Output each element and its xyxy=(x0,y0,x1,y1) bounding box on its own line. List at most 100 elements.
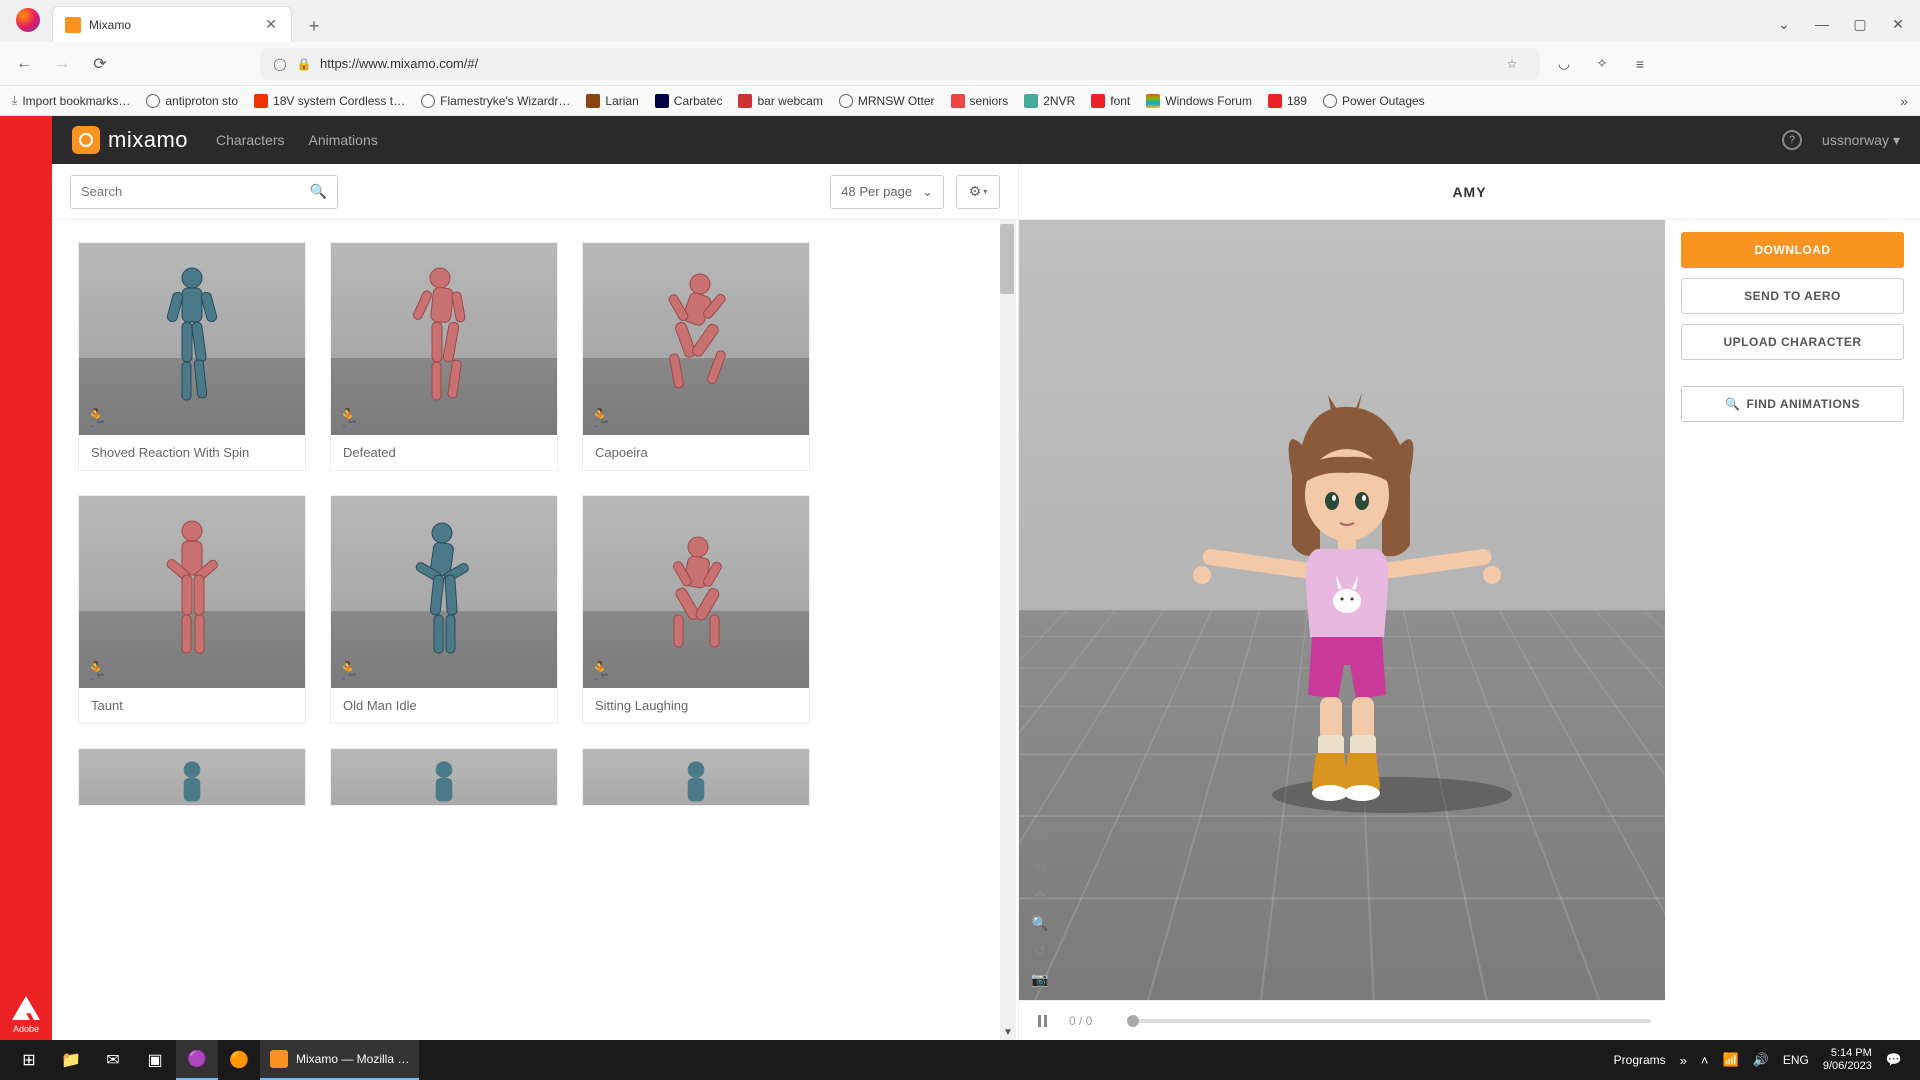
bookmark-item[interactable]: Carbatec xyxy=(655,94,723,108)
actions-column: DOWNLOAD SEND TO AERO UPLOAD CHARACTER 🔍… xyxy=(1665,220,1920,1040)
bookmark-item[interactable]: Flamestryke's Wizardr… xyxy=(421,94,570,108)
find-animations-button[interactable]: 🔍 FIND ANIMATIONS xyxy=(1681,386,1904,422)
url-bar[interactable]: ◯ 🔒 https://www.mixamo.com/#/ ☆ xyxy=(260,48,1540,80)
scrollbar-thumb[interactable] xyxy=(1000,224,1014,294)
settings-button[interactable]: ⚙ ▾ xyxy=(956,175,1000,209)
skull-icon[interactable]: ☠ xyxy=(1029,828,1051,850)
upload-character-button[interactable]: UPLOAD CHARACTER xyxy=(1681,324,1904,360)
close-tab-icon[interactable]: ✕ xyxy=(263,17,279,33)
back-button[interactable]: ← xyxy=(12,52,36,76)
adobe-label: Adobe xyxy=(13,1024,39,1034)
blender-icon[interactable]: 🟠 xyxy=(218,1040,260,1080)
timeline: 0 / 0 xyxy=(1019,1000,1665,1040)
bookmark-item[interactable]: ⤓Import bookmarks… xyxy=(12,93,130,108)
maximize-icon[interactable]: ▢ xyxy=(1850,14,1870,34)
per-page-dropdown[interactable]: 48 Per page ⌄ xyxy=(830,175,944,209)
bookmark-item[interactable]: 189 xyxy=(1268,94,1307,108)
notifications-icon[interactable]: 💬 xyxy=(1886,1052,1902,1068)
bookmark-item[interactable]: 2NVR xyxy=(1024,94,1075,108)
volume-icon[interactable]: 🔊 xyxy=(1753,1052,1769,1068)
dropdown-icon[interactable]: ⌄ xyxy=(1774,14,1794,34)
animation-card[interactable]: 🏃 Capoeira xyxy=(582,242,810,471)
search-box[interactable]: 🔍 xyxy=(70,175,338,209)
url-text: https://www.mixamo.com/#/ xyxy=(320,56,478,71)
viewport-3d[interactable]: ☠ ⟲ ✥ 🔍 ↺ 📷 xyxy=(1019,220,1665,1000)
animation-card[interactable]: 🏃 Defeated xyxy=(330,242,558,471)
help-icon[interactable]: ? xyxy=(1782,130,1802,150)
send-to-aero-button[interactable]: SEND TO AERO xyxy=(1681,278,1904,314)
forward-button[interactable]: → xyxy=(50,52,74,76)
wifi-icon[interactable]: 📶 xyxy=(1722,1052,1738,1068)
viewer-panel: AMY xyxy=(1018,164,1920,1040)
clock[interactable]: 5:14 PM 9/06/2023 xyxy=(1823,1047,1872,1073)
tray-chevron-icon[interactable]: ˄ xyxy=(1701,1053,1709,1068)
adobe-logo-icon xyxy=(12,996,40,1020)
animation-card[interactable]: 🏃 Old Man Idle xyxy=(330,495,558,724)
close-window-icon[interactable]: ✕ xyxy=(1888,14,1908,34)
grid-scrollbar[interactable] xyxy=(1000,220,1016,1040)
discord-icon[interactable]: 🟣 xyxy=(176,1040,218,1080)
pan-icon[interactable]: ✥ xyxy=(1029,884,1051,906)
bookmark-item[interactable]: bar webcam xyxy=(738,94,822,108)
bookmark-item[interactable]: antiproton sto xyxy=(146,94,238,108)
reload-button[interactable]: ⟳ xyxy=(88,52,112,76)
tab-strip: Mixamo ✕ + ⌄ — ▢ ✕ xyxy=(0,0,1920,42)
pause-button[interactable] xyxy=(1033,1012,1051,1030)
taskbar-app-firefox[interactable]: Mixamo — Mozilla … xyxy=(260,1040,419,1080)
bookmark-item[interactable]: Windows Forum xyxy=(1146,94,1252,108)
bookmark-item[interactable]: Larian xyxy=(586,94,638,108)
search-icon[interactable]: 🔍 xyxy=(310,183,327,200)
zoom-icon[interactable]: 🔍 xyxy=(1029,912,1051,934)
browser-tab[interactable]: Mixamo ✕ xyxy=(52,6,292,42)
nav-animations[interactable]: Animations xyxy=(308,132,377,148)
card-label: Old Man Idle xyxy=(331,688,557,723)
rotate-icon[interactable]: ⟲ xyxy=(1029,856,1051,878)
download-button[interactable]: DOWNLOAD xyxy=(1681,232,1904,268)
animation-card[interactable]: 🏃 Taunt xyxy=(78,495,306,724)
runner-icon: 🏃 xyxy=(85,661,107,682)
bookmark-item[interactable]: Power Outages xyxy=(1323,94,1425,108)
animation-card[interactable] xyxy=(78,748,306,806)
extensions-icon[interactable]: ✧ xyxy=(1592,54,1612,74)
pocket-icon[interactable]: ◡ xyxy=(1554,54,1574,74)
mixamo-logo[interactable]: mixamo xyxy=(72,126,188,154)
bookmark-item[interactable]: seniors xyxy=(951,94,1009,108)
shield-icon: ◯ xyxy=(272,56,288,72)
file-explorer-icon[interactable]: 📁 xyxy=(50,1040,92,1080)
scrubber-handle[interactable] xyxy=(1127,1015,1139,1027)
bookmark-item[interactable]: 18V system Cordless t… xyxy=(254,94,405,108)
nav-characters[interactable]: Characters xyxy=(216,132,284,148)
animation-card[interactable] xyxy=(330,748,558,806)
scroll-down-icon[interactable]: ▼ xyxy=(1000,1024,1016,1040)
animation-card[interactable]: 🏃 Sitting Laughing xyxy=(582,495,810,724)
character-name: AMY xyxy=(1452,184,1486,200)
menu-icon[interactable]: ≡ xyxy=(1630,54,1650,74)
card-label: Defeated xyxy=(331,435,557,470)
reset-icon[interactable]: ↺ xyxy=(1029,940,1051,962)
camera-icon[interactable]: 📷 xyxy=(1029,968,1051,990)
mail-icon[interactable]: ✉ xyxy=(92,1040,134,1080)
frame-counter: 0 / 0 xyxy=(1069,1014,1109,1028)
programs-label[interactable]: Programs xyxy=(1614,1053,1666,1067)
user-menu[interactable]: ussnorway ▾ xyxy=(1822,132,1900,149)
bookmarks-overflow-icon[interactable]: » xyxy=(1900,93,1908,109)
bookmark-item[interactable]: MRNSW Otter xyxy=(839,94,935,108)
minimize-icon[interactable]: — xyxy=(1812,14,1832,34)
brand-text: mixamo xyxy=(108,127,188,153)
app-icon[interactable]: ▣ xyxy=(134,1040,176,1080)
bookmark-star-icon[interactable]: ☆ xyxy=(1504,56,1520,72)
start-button[interactable]: ⊞ xyxy=(8,1040,50,1080)
animation-card[interactable]: 🏃 Shoved Reaction With Spin xyxy=(78,242,306,471)
search-input[interactable] xyxy=(81,184,310,199)
character-model xyxy=(1152,385,1532,835)
nav-bar: ← → ⟳ ◯ 🔒 https://www.mixamo.com/#/ ☆ ◡ … xyxy=(0,42,1920,86)
language-indicator[interactable]: ENG xyxy=(1783,1053,1809,1067)
new-tab-button[interactable]: + xyxy=(298,10,330,42)
card-label: Taunt xyxy=(79,688,305,723)
timeline-scrubber[interactable] xyxy=(1127,1019,1651,1023)
overflow-icon[interactable]: » xyxy=(1680,1053,1687,1068)
animation-card[interactable] xyxy=(582,748,810,806)
runner-icon: 🏃 xyxy=(337,661,359,682)
bookmark-item[interactable]: font xyxy=(1091,94,1130,108)
adobe-sidebar[interactable]: Adobe xyxy=(0,116,52,1040)
